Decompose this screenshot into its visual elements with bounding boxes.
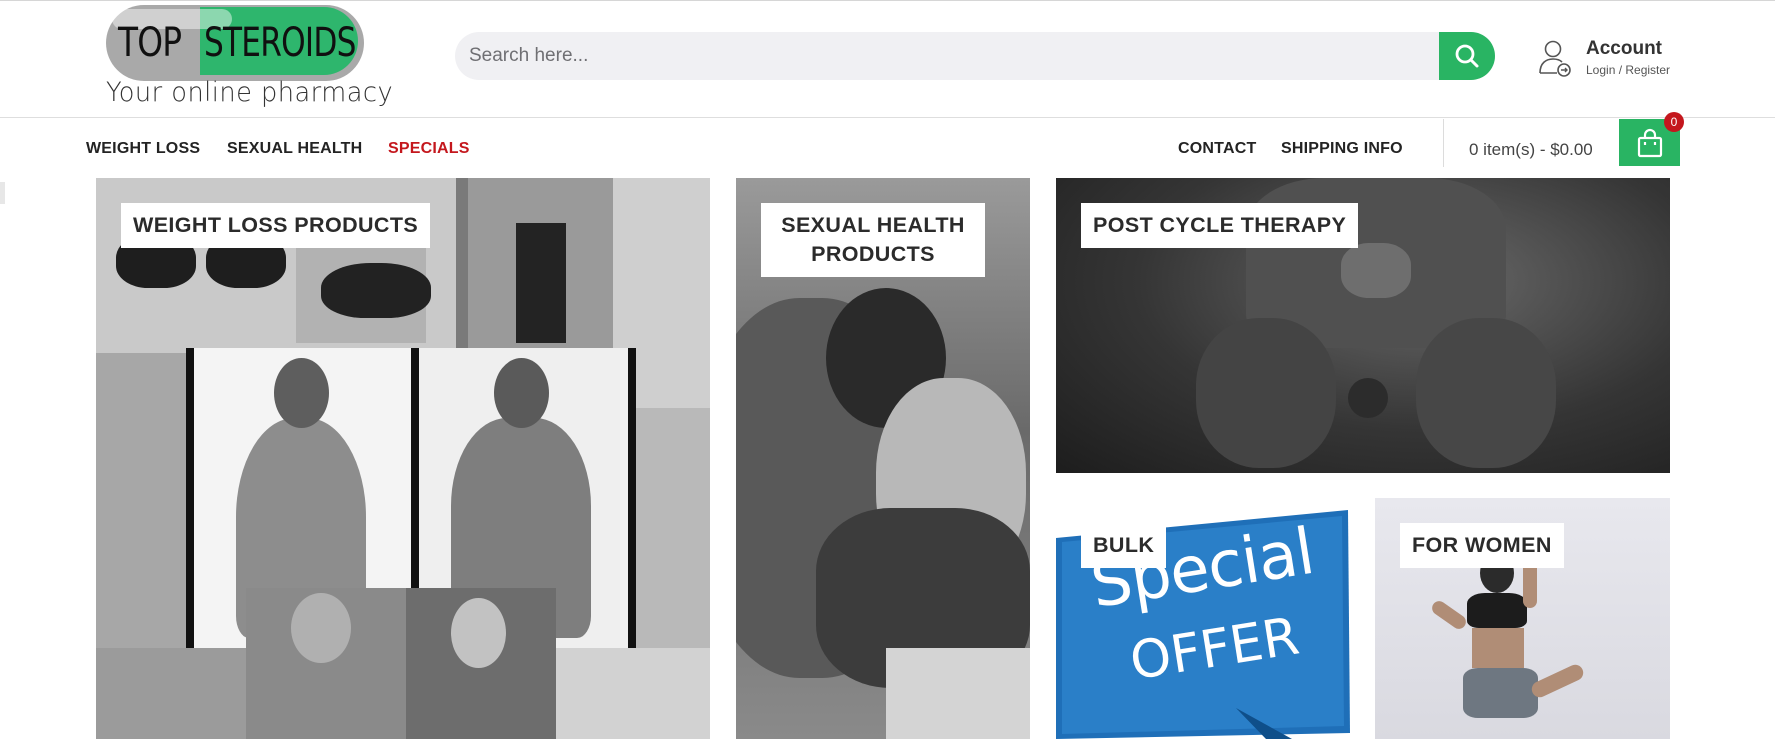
category-bulk[interactable]: Special OFFER BULK: [1056, 498, 1350, 739]
category-for-women[interactable]: FOR WOMEN: [1375, 498, 1670, 739]
photo-athlete-hands: [1341, 243, 1411, 298]
left-edge-speck: [0, 182, 5, 204]
search-input[interactable]: [455, 32, 1437, 80]
search-icon: [1455, 44, 1479, 68]
photo-woman-bottom: [96, 648, 246, 739]
photo-man-bottom-1-head: [291, 593, 351, 663]
photo-couple-sheet: [886, 648, 1030, 739]
nav-sexual-health[interactable]: SEXUAL HEALTH: [227, 140, 362, 158]
account-link[interactable]: Account Login / Register: [1538, 37, 1678, 81]
site-header: TOP STEROIDS Your online pharmacy Accoun…: [0, 1, 1775, 118]
user-icon: [1539, 40, 1571, 77]
photo-woman-waist: [1472, 628, 1524, 668]
nav-specials[interactable]: SPECIALS: [388, 140, 470, 158]
nav-divider: [1443, 119, 1444, 167]
cart-summary[interactable]: 0 item(s) - $0.00: [1469, 140, 1593, 160]
category-weight-loss[interactable]: WEIGHT LOSS PRODUCTS: [96, 178, 710, 739]
logo-word-steroids: STEROIDS: [204, 20, 356, 66]
category-label-post-cycle-therapy: POST CYCLE THERAPY: [1081, 203, 1359, 248]
account-login-register[interactable]: Login / Register: [1586, 63, 1670, 77]
photo-man-bottom-3: [556, 648, 710, 739]
photo-man-after-head: [494, 358, 549, 428]
nav-weight-loss[interactable]: WEIGHT LOSS: [86, 140, 200, 158]
photo-athlete-leg-left: [1196, 318, 1336, 468]
photo-left-strip: [96, 353, 186, 686]
account-title: Account: [1586, 38, 1662, 59]
nav-contact[interactable]: CONTACT: [1178, 140, 1256, 158]
category-label-weight-loss: WEIGHT LOSS PRODUCTS: [121, 203, 431, 248]
shopping-bag-icon: [1637, 128, 1662, 157]
category-label-for-women: FOR WOMEN: [1400, 523, 1564, 568]
photo-man-bottom-2-head: [451, 598, 506, 668]
photo-man-before-head: [274, 358, 329, 428]
cart-count-badge: 0: [1664, 112, 1684, 132]
search-button[interactable]: [1439, 32, 1495, 80]
logo-tagline: Your online pharmacy: [106, 77, 394, 108]
photo-woman-top: [1467, 593, 1527, 628]
category-label-bulk: BULK: [1081, 523, 1167, 568]
logo-word-top: TOP: [118, 20, 182, 66]
search-bar: [455, 32, 1495, 80]
photo-woman-shorts: [1463, 668, 1538, 718]
photo-athlete-leg-right: [1416, 318, 1556, 468]
photo-runner-shirt: [516, 223, 566, 343]
category-sexual-health[interactable]: SEXUAL HEALTH PRODUCTS: [736, 178, 1030, 739]
photo-kettlebell: [1348, 378, 1388, 418]
site-logo[interactable]: TOP STEROIDS Your online pharmacy: [104, 5, 393, 113]
category-post-cycle-therapy[interactable]: POST CYCLE THERAPY: [1056, 178, 1670, 473]
nav-shipping-info[interactable]: SHIPPING INFO: [1281, 140, 1403, 158]
category-label-sexual-health: SEXUAL HEALTH PRODUCTS: [761, 203, 985, 277]
photo-detail-top-3: [321, 263, 431, 318]
